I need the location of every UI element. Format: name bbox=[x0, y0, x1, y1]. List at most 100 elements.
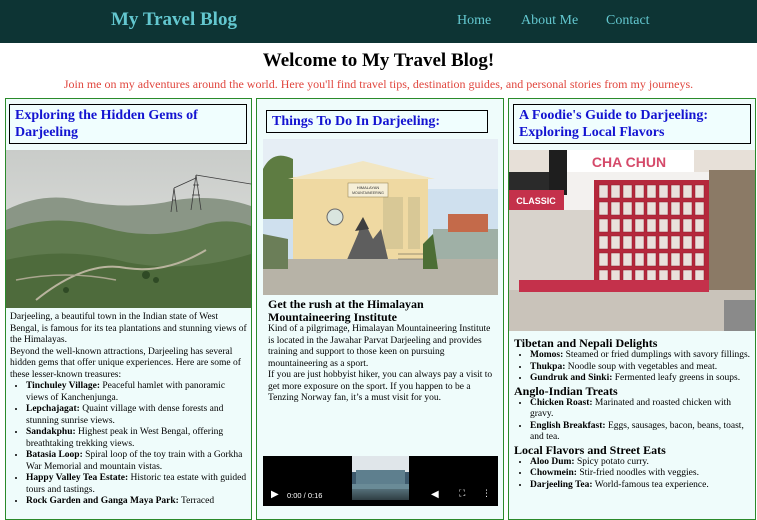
article-paragraph-2: If you are just hobbyist hiker, you can … bbox=[268, 370, 493, 403]
tea-tin bbox=[598, 235, 609, 250]
tea-tin bbox=[598, 184, 609, 199]
tea-tin bbox=[598, 218, 609, 233]
classic-sign: CLASSIC bbox=[516, 196, 556, 206]
card-body: Tibetan and Nepali Delights Momos: Steam… bbox=[514, 337, 754, 491]
hero-title: Welcome to My Travel Blog! bbox=[262, 50, 495, 71]
list-item: Chowmein: Stir-fried noodles with veggie… bbox=[530, 468, 754, 480]
list-item: English Breakfast: Eggs, sausages, bacon… bbox=[530, 421, 754, 444]
article-card-hidden-gems: Exploring the Hidden Gems of Darjeeling bbox=[5, 98, 252, 520]
list-item: Aloo Dum: Spicy potato curry. bbox=[530, 457, 754, 469]
fullscreen-icon[interactable]: ⛶ bbox=[459, 489, 465, 499]
nav-contact-link[interactable]: Contact bbox=[606, 13, 650, 29]
article-paragraph: Kind of a pilgrimage, Himalayan Mountain… bbox=[268, 324, 491, 369]
tea-tin bbox=[694, 184, 705, 199]
tea-tin bbox=[682, 235, 693, 250]
tea-tin bbox=[610, 218, 621, 233]
card-title[interactable]: Things To Do In Darjeeling: bbox=[266, 110, 488, 133]
video-time: 0:00 / 0:16 bbox=[287, 491, 323, 500]
tea-tin bbox=[658, 252, 669, 267]
tea-tin bbox=[622, 184, 633, 199]
tea-tin bbox=[634, 184, 645, 199]
list-item: Thukpa: Noodle soup with vegetables and … bbox=[530, 362, 754, 374]
tea-tin bbox=[610, 184, 621, 199]
tea-tin bbox=[646, 252, 657, 267]
tea-tin bbox=[598, 252, 609, 267]
tea-tin bbox=[646, 218, 657, 233]
list-item: Batasia Loop: Spiral loop of the toy tra… bbox=[26, 450, 248, 473]
article-card-foodie-guide: A Foodie's Guide to Darjeeling: Explorin… bbox=[508, 98, 756, 520]
tea-tin bbox=[682, 201, 693, 216]
intro-paragraph: Darjeeling, a beautiful town in the Indi… bbox=[10, 312, 247, 345]
card-body: Darjeeling, a beautiful town in the Indi… bbox=[10, 312, 248, 508]
list-item: Lepchajagat: Quaint village with dense f… bbox=[26, 404, 248, 427]
tea-tin bbox=[634, 252, 645, 267]
list-item: Gundruk and Sinki: Fermented leafy green… bbox=[530, 373, 754, 385]
volume-icon[interactable]: ◀ bbox=[431, 489, 439, 500]
tea-tin bbox=[670, 201, 681, 216]
tea-tin bbox=[694, 218, 705, 233]
tea-tin bbox=[658, 235, 669, 250]
tea-tin bbox=[634, 235, 645, 250]
play-icon[interactable]: ▶ bbox=[271, 489, 279, 500]
top-navigation-bar: My Travel Blog Home About Me Contact bbox=[0, 0, 757, 43]
food-list: Chicken Roast: Marinated and roasted chi… bbox=[514, 398, 754, 444]
section-heading: Local Flavors and Street Eats bbox=[514, 442, 666, 457]
hidden-gems-list: Tinchuley Village: Peaceful hamlet with … bbox=[10, 381, 248, 508]
video-player[interactable]: ▶ 0:00 / 0:16 ◀ ⛶ ⋮ bbox=[263, 456, 498, 506]
tea-tin bbox=[670, 218, 681, 233]
tea-tin bbox=[622, 235, 633, 250]
tea-tin bbox=[658, 218, 669, 233]
list-item: Rock Garden and Ganga Maya Park: Terrace… bbox=[26, 496, 248, 508]
nav-home-link[interactable]: Home bbox=[457, 13, 491, 29]
more-options-icon[interactable]: ⋮ bbox=[482, 489, 491, 499]
tea-tin bbox=[634, 201, 645, 216]
list-item: Sandakphu: Highest peak in West Bengal, … bbox=[26, 427, 248, 450]
tea-tin bbox=[682, 218, 693, 233]
tea-tin bbox=[658, 201, 669, 216]
article-heading: Get the rush at the Himalayan Mountainee… bbox=[268, 297, 424, 324]
list-item: Darjeeling Tea: World-famous tea experie… bbox=[530, 480, 754, 492]
list-item: Momos: Steamed or fried dumplings with s… bbox=[530, 350, 754, 362]
tea-tin bbox=[658, 184, 669, 199]
svg-text:MOUNTAINEERING: MOUNTAINEERING bbox=[352, 191, 384, 195]
food-list: Aloo Dum: Spicy potato curry. Chowmein: … bbox=[514, 457, 754, 492]
nav-about-link[interactable]: About Me bbox=[521, 13, 578, 29]
tea-tin bbox=[682, 252, 693, 267]
tea-tin bbox=[694, 201, 705, 216]
section-heading: Anglo-Indian Treats bbox=[514, 383, 618, 398]
section-heading: Tibetan and Nepali Delights bbox=[514, 336, 658, 350]
tea-tin bbox=[694, 235, 705, 250]
tea-tin bbox=[610, 201, 621, 216]
card-title[interactable]: A Foodie's Guide to Darjeeling: Explorin… bbox=[513, 104, 751, 144]
tea-tin bbox=[610, 252, 621, 267]
intro-paragraph-2: Beyond the well-known attractions, Darje… bbox=[10, 346, 241, 380]
list-item: Tinchuley Village: Peaceful hamlet with … bbox=[26, 381, 248, 404]
darjeeling-hills-image bbox=[6, 150, 251, 308]
tea-tin bbox=[622, 201, 633, 216]
tea-tin bbox=[610, 235, 621, 250]
svg-text:HIMALAYAN: HIMALAYAN bbox=[357, 185, 380, 190]
site-brand[interactable]: My Travel Blog bbox=[111, 9, 237, 31]
article-card-things-to-do: Things To Do In Darjeeling: HIMALAYAN MO… bbox=[256, 98, 504, 520]
tea-tin bbox=[598, 201, 609, 216]
tea-tin bbox=[622, 218, 633, 233]
tea-tin bbox=[646, 201, 657, 216]
mountaineering-institute-image: HIMALAYAN MOUNTAINEERING bbox=[263, 139, 498, 295]
hero-subtitle: Join me on my adventures around the worl… bbox=[63, 77, 694, 91]
tea-tin bbox=[670, 184, 681, 199]
card-body: Get the rush at the Himalayan Mountainee… bbox=[268, 298, 493, 405]
tea-tin bbox=[670, 252, 681, 267]
list-item: Happy Valley Tea Estate: Historic tea es… bbox=[26, 473, 248, 496]
tea-shop-image: CHA CHUN CLASSIC bbox=[509, 150, 755, 331]
tea-tin bbox=[682, 184, 693, 199]
tea-tin bbox=[694, 252, 705, 267]
list-item: Chicken Roast: Marinated and roasted chi… bbox=[530, 398, 754, 421]
tea-tin bbox=[670, 235, 681, 250]
food-list: Momos: Steamed or fried dumplings with s… bbox=[514, 350, 754, 385]
shop-sign-text: CHA CHUN bbox=[592, 154, 666, 170]
tea-tin bbox=[634, 218, 645, 233]
tea-tin bbox=[622, 252, 633, 267]
tea-tin bbox=[646, 235, 657, 250]
card-title[interactable]: Exploring the Hidden Gems of Darjeeling bbox=[9, 104, 247, 144]
tea-tin bbox=[646, 184, 657, 199]
